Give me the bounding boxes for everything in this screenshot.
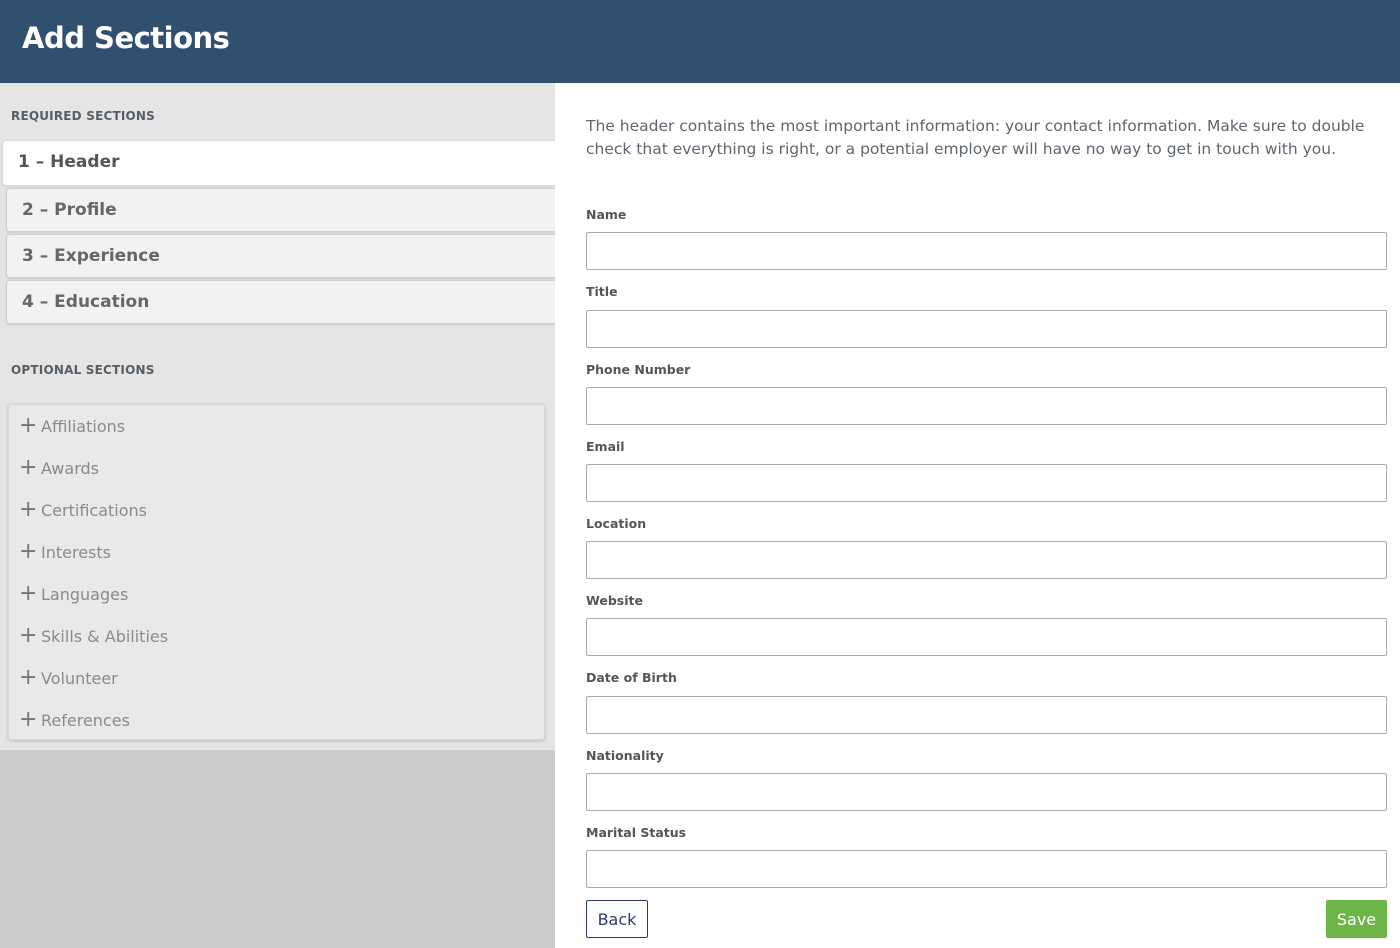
date-of-birth-label: Date of Birth [586, 670, 677, 685]
required-section-label: 1 – Header [18, 152, 120, 172]
optional-section-label: Certifications [41, 501, 147, 520]
required-section-label: 4 – Education [22, 292, 150, 312]
top-header-bar: Add Sections [0, 0, 1400, 83]
optional-section-volunteer[interactable]: + Volunteer [19, 667, 519, 697]
phone-number-label: Phone Number [586, 362, 691, 377]
optional-section-label: Skills & Abilities [41, 627, 169, 646]
optional-section-skills[interactable]: + Skills & Abilities [19, 625, 519, 655]
optional-section-affiliations[interactable]: + Affiliations [19, 415, 519, 445]
title-label: Title [586, 284, 618, 299]
optional-section-interests[interactable]: + Interests [19, 541, 519, 571]
email-label: Email [586, 439, 625, 454]
page-title: Add Sections [22, 21, 230, 55]
marital-status-field[interactable] [586, 850, 1387, 888]
plus-icon: + [19, 539, 38, 564]
header-form-panel: The header contains the most important i… [555, 83, 1400, 948]
save-button[interactable]: Save [1326, 900, 1387, 938]
nationality-label: Nationality [586, 748, 664, 763]
optional-sections-panel: + Affiliations + Awards + Certifications… [8, 404, 545, 740]
required-section-profile-tab[interactable]: 2 – Profile [6, 188, 555, 232]
optional-section-label: Affiliations [41, 417, 126, 436]
plus-icon: + [19, 455, 38, 480]
location-field[interactable] [586, 541, 1387, 579]
required-section-header-tab[interactable]: 1 – Header [2, 140, 555, 186]
optional-section-awards[interactable]: + Awards [19, 457, 519, 487]
optional-section-certifications[interactable]: + Certifications [19, 499, 519, 529]
back-button[interactable]: Back [586, 900, 648, 938]
required-section-experience-tab[interactable]: 3 – Experience [6, 234, 555, 278]
phone-number-field[interactable] [586, 387, 1387, 425]
location-label: Location [586, 516, 647, 531]
nationality-field[interactable] [586, 773, 1387, 811]
required-section-label: 2 – Profile [22, 200, 117, 220]
optional-section-label: Awards [41, 459, 99, 478]
optional-sections-heading: OPTIONAL SECTIONS [11, 363, 155, 377]
optional-section-references[interactable]: + References [19, 709, 519, 739]
title-field[interactable] [586, 310, 1387, 348]
required-section-label: 3 – Experience [22, 246, 160, 266]
plus-icon: + [19, 707, 38, 732]
sidebar: REQUIRED SECTIONS 1 – Header 2 – Profile… [0, 83, 555, 750]
name-field[interactable] [586, 232, 1387, 270]
website-field[interactable] [586, 618, 1387, 656]
sidebar-empty-area [0, 750, 555, 948]
date-of-birth-field[interactable] [586, 696, 1387, 734]
plus-icon: + [19, 623, 38, 648]
optional-section-label: References [41, 711, 130, 730]
plus-icon: + [19, 497, 38, 522]
optional-section-label: Volunteer [41, 669, 118, 688]
required-section-education-tab[interactable]: 4 – Education [6, 280, 555, 324]
website-label: Website [586, 593, 643, 608]
optional-section-label: Languages [41, 585, 129, 604]
plus-icon: + [19, 581, 38, 606]
plus-icon: + [19, 413, 38, 438]
name-label: Name [586, 207, 627, 222]
marital-status-label: Marital Status [586, 825, 687, 840]
required-sections-heading: REQUIRED SECTIONS [11, 109, 156, 123]
optional-section-label: Interests [41, 543, 111, 562]
plus-icon: + [19, 665, 38, 690]
optional-section-languages[interactable]: + Languages [19, 583, 519, 613]
intro-text: The header contains the most important i… [586, 117, 1365, 158]
email-field[interactable] [586, 464, 1387, 502]
